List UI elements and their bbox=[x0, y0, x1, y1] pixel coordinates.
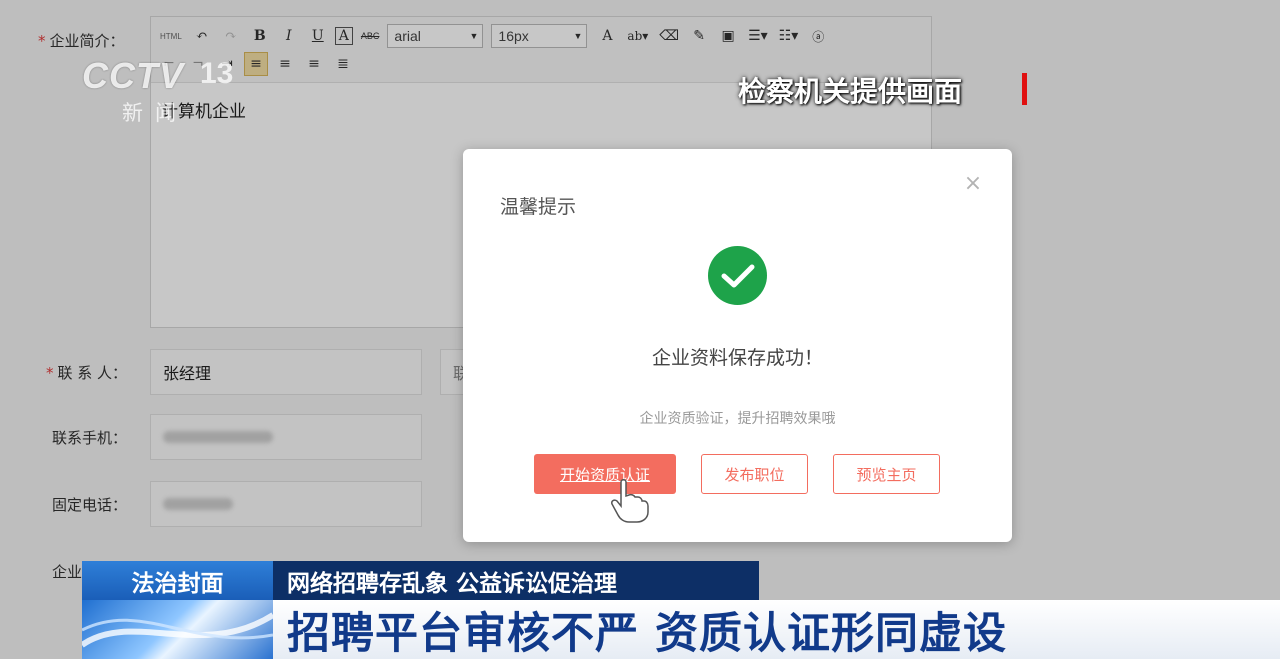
topic-line: 网络招聘存乱象 公益诉讼促治理 bbox=[273, 561, 759, 600]
source-caption: 检察机关提供画面 bbox=[738, 75, 963, 108]
headline-bar: 招聘平台审核不严 资质认证形同虚设 bbox=[273, 600, 1280, 659]
start-verification-button[interactable]: 开始资质认证 bbox=[534, 454, 676, 494]
logo-news: 新闻 bbox=[122, 101, 188, 125]
logo-channel: 13 bbox=[200, 57, 234, 90]
success-message: 企业资料保存成功！ bbox=[651, 347, 823, 369]
program-name: 法治封面 bbox=[82, 561, 273, 600]
check-circle-icon bbox=[708, 246, 767, 305]
logo-brand: CCTV bbox=[82, 55, 184, 96]
close-icon[interactable]: × bbox=[961, 171, 985, 196]
headline: 招聘平台审核不严 资质认证形同虚设 bbox=[287, 608, 1007, 659]
caption-accent-bar bbox=[1022, 73, 1027, 105]
success-dialog: 温馨提示 × 企业资料保存成功！ 企业资质验证，提升招聘效果哦 开始资质认证 发… bbox=[463, 149, 1012, 542]
preview-homepage-button[interactable]: 预览主页 bbox=[833, 454, 940, 494]
verification-hint: 企业资质验证，提升招聘效果哦 bbox=[639, 411, 836, 427]
dialog-title: 温馨提示 bbox=[500, 196, 577, 218]
news-lower-third: 法治封面 网络招聘存乱象 公益诉讼促治理 招聘平台审核不严 资质认证形同虚设 bbox=[82, 561, 1280, 659]
program-graphic bbox=[82, 600, 273, 659]
post-job-button[interactable]: 发布职位 bbox=[701, 454, 808, 494]
hand-cursor-icon bbox=[607, 478, 653, 528]
cctv13-logo: CCTV 13 新闻 bbox=[82, 55, 247, 125]
